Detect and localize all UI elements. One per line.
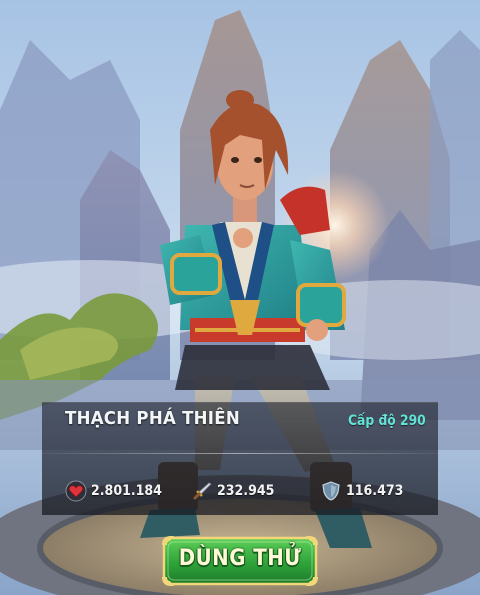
shield-icon — [322, 481, 340, 501]
hero-name: THẠCH PHÁ THIÊN — [65, 408, 240, 429]
stat-defense-value: 116.473 — [346, 483, 404, 499]
stat-hp: 2.801.184 — [65, 480, 170, 502]
stat-attack: 232.945 — [191, 480, 281, 502]
heart-icon — [65, 480, 87, 502]
panel-divider — [42, 453, 438, 454]
sword-icon — [193, 482, 212, 500]
try-button-label: DÙNG THỬ — [178, 546, 302, 571]
stat-hp-value: 2.801.184 — [91, 483, 162, 499]
stat-defense: 116.473 — [320, 480, 410, 502]
stat-attack-value: 232.945 — [217, 483, 275, 499]
hero-level: Cấp độ 290 — [348, 413, 426, 429]
try-button[interactable]: DÙNG THỬ — [160, 533, 320, 589]
